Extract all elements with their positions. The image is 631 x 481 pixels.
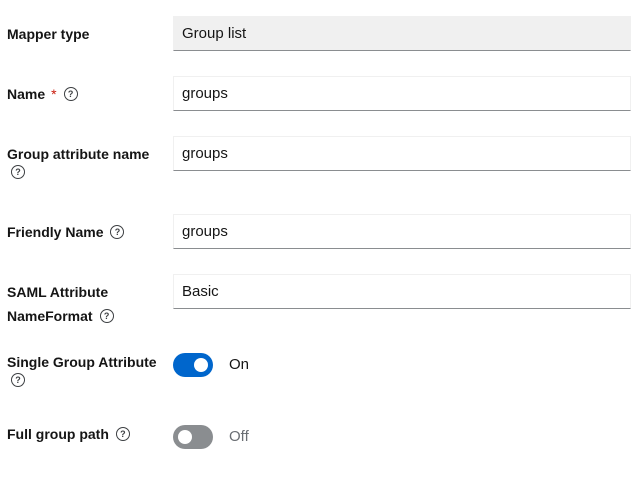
friendly-name-input[interactable] [173, 214, 631, 249]
help-icon[interactable]: ? [63, 87, 78, 102]
help-icon[interactable]: ? [110, 225, 125, 240]
full-group-path-label-group: Full group path? [7, 422, 167, 446]
friendly-name-label-group: Friendly Name? [7, 220, 167, 244]
help-icon[interactable]: ? [115, 427, 130, 442]
group-attribute-name-input[interactable] [173, 136, 631, 171]
friendly-name-label: Friendly Name [7, 224, 104, 240]
full-group-path-label: Full group path [7, 426, 109, 442]
single-group-attribute-label: Single Group Attribute [7, 354, 157, 370]
required-asterisk: * [51, 86, 57, 102]
saml-nameformat-label-group: SAML Attribute NameFormat? [7, 280, 167, 328]
help-icon[interactable]: ? [99, 309, 114, 324]
group-attribute-name-label: Group attribute name [7, 146, 150, 162]
toggle-knob [194, 358, 208, 372]
mapper-type-field [173, 16, 631, 51]
full-group-path-state: Off [229, 428, 249, 445]
saml-nameformat-select[interactable]: Basic [173, 274, 631, 309]
help-icon[interactable]: ? [11, 373, 25, 387]
name-label-group: Name *? [7, 82, 167, 106]
saml-nameformat-label-line2: NameFormat [7, 308, 93, 324]
toggle-knob [178, 430, 192, 444]
single-group-attribute-state: On [229, 356, 250, 373]
saml-nameformat-label-line1: SAML Attribute [7, 284, 109, 300]
name-label: Name [7, 86, 46, 102]
mapper-type-label: Mapper type [7, 26, 90, 42]
full-group-path-toggle[interactable] [173, 425, 213, 449]
single-group-attribute-toggle[interactable] [173, 353, 213, 377]
name-input[interactable] [173, 76, 631, 111]
group-attribute-name-label-group: Group attribute name ? [7, 142, 167, 180]
single-group-attribute-label-group: Single Group Attribute ? [7, 350, 167, 388]
help-icon[interactable]: ? [11, 165, 25, 179]
